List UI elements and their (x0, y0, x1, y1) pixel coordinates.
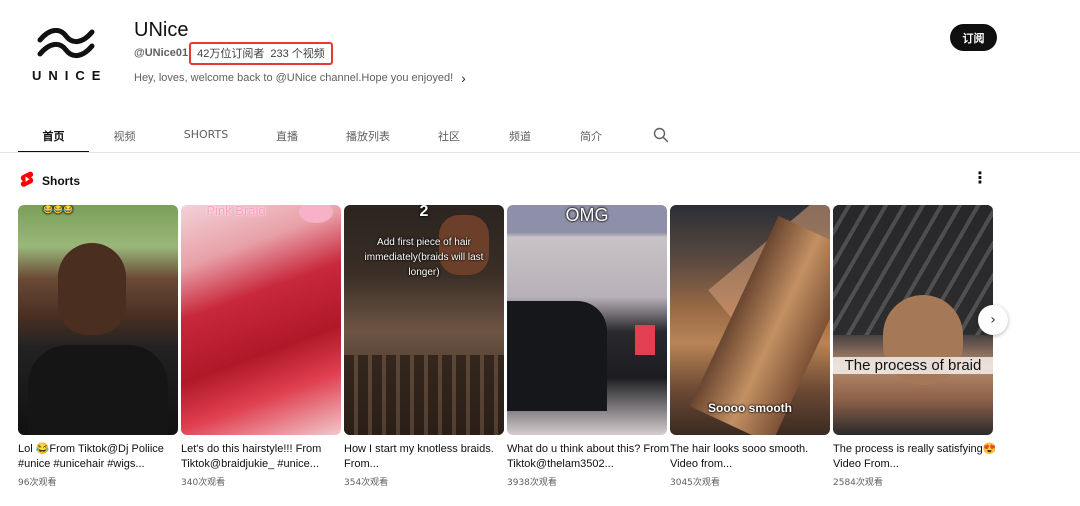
short-card[interactable]: 😂😂😂 Lol 😂From Tiktok@Dj Poliice #unice #… (18, 205, 178, 488)
chevron-right-icon: › (461, 70, 466, 86)
logo-text: UNICE (32, 68, 108, 83)
channel-name: UNice (134, 19, 189, 41)
thumbnail-overlay-number: 2 (419, 205, 429, 220)
shorts-section-title: Shorts (42, 174, 81, 188)
short-views: 354次观看 (344, 478, 389, 488)
short-views: 3045次观看 (670, 478, 720, 488)
tab-channels[interactable]: 频道 (484, 122, 556, 153)
short-views: 2584次观看 (833, 478, 883, 488)
tab-home[interactable]: 首页 (18, 122, 89, 153)
channel-logo: UNICE (26, 28, 106, 86)
thumbnail-overlay-text: 😂😂😂 (43, 205, 73, 214)
tab-shorts[interactable]: SHORTS (160, 122, 252, 153)
short-card[interactable]: The process of braid The process is real… (833, 205, 996, 488)
short-card[interactable]: Soooo smooth The hair looks sooo smooth.… (670, 205, 830, 488)
tab-playlists[interactable]: 播放列表 (322, 122, 414, 153)
thumbnail-overlay-text: OMG (565, 205, 609, 225)
short-thumbnail[interactable]: 2 Add first piece of hair immediately(br… (344, 205, 504, 435)
more-options-icon[interactable]: ⋮ (972, 170, 988, 188)
short-title[interactable]: Let's do this hairstyle!!! From Tiktok@b… (181, 442, 345, 472)
channel-description[interactable]: Hey, loves, welcome back to @UNice chann… (134, 70, 466, 86)
short-card[interactable]: OMG What do u think about this? From Tik… (507, 205, 669, 488)
tab-about[interactable]: 简介 (556, 122, 626, 153)
short-title[interactable]: Lol 😂From Tiktok@Dj Poliice #unice #unic… (18, 442, 182, 472)
search-icon[interactable] (653, 127, 669, 147)
short-views: 340次观看 (181, 478, 226, 488)
channel-tabs: 首页 视频 SHORTS 直播 播放列表 社区 频道 简介 (18, 122, 626, 153)
short-thumbnail[interactable]: Pink Braid (181, 205, 341, 435)
subscriber-count: 42万位订阅者 (197, 48, 265, 60)
thumbnail-overlay-text: Pink Braid (206, 205, 266, 218)
description-text: Hey, loves, welcome back to @UNice chann… (134, 72, 454, 84)
shorts-header: Shorts (20, 171, 80, 191)
short-thumbnail[interactable]: OMG (507, 205, 667, 435)
thumbnail-overlay-text: Soooo smooth (708, 401, 792, 415)
short-views: 96次观看 (18, 478, 57, 488)
shorts-logo-icon (20, 171, 34, 191)
highlight-box: 42万位订阅者 233 个视频 (189, 41, 333, 65)
short-card[interactable]: 2 Add first piece of hair immediately(br… (344, 205, 504, 488)
subscribe-button[interactable]: 订阅 (950, 24, 997, 51)
thumbnail-overlay-text: Add first piece of hair immediately(brai… (364, 237, 484, 278)
thumbnail-overlay-text: The process of braid (833, 357, 993, 374)
short-views: 3938次观看 (507, 478, 557, 488)
chevron-right-icon: › (990, 312, 996, 328)
tab-community[interactable]: 社区 (414, 122, 484, 153)
short-thumbnail[interactable]: The process of braid (833, 205, 993, 435)
short-title[interactable]: The hair looks sooo smooth. Video from..… (670, 442, 834, 472)
carousel-next-button[interactable]: › (978, 305, 1008, 335)
unice-logo-icon (37, 28, 95, 58)
channel-handle: @UNice01 (134, 47, 189, 59)
tab-videos[interactable]: 视频 (89, 122, 160, 153)
tab-live[interactable]: 直播 (252, 122, 322, 153)
short-title[interactable]: What do u think about this? From Tiktok@… (507, 442, 671, 472)
channel-meta: @UNice01 42万位订阅者 233 个视频 (134, 41, 333, 65)
video-count: 233 个视频 (270, 48, 325, 60)
tabs-divider (0, 152, 1080, 153)
short-title[interactable]: How I start my knotless braids. From... (344, 442, 508, 472)
short-thumbnail[interactable]: Soooo smooth (670, 205, 830, 435)
short-thumbnail[interactable]: 😂😂😂 (18, 205, 178, 435)
short-card[interactable]: Pink Braid Let's do this hairstyle!!! Fr… (181, 205, 341, 488)
short-title[interactable]: The process is really satisfying😍 Video … (833, 442, 997, 472)
